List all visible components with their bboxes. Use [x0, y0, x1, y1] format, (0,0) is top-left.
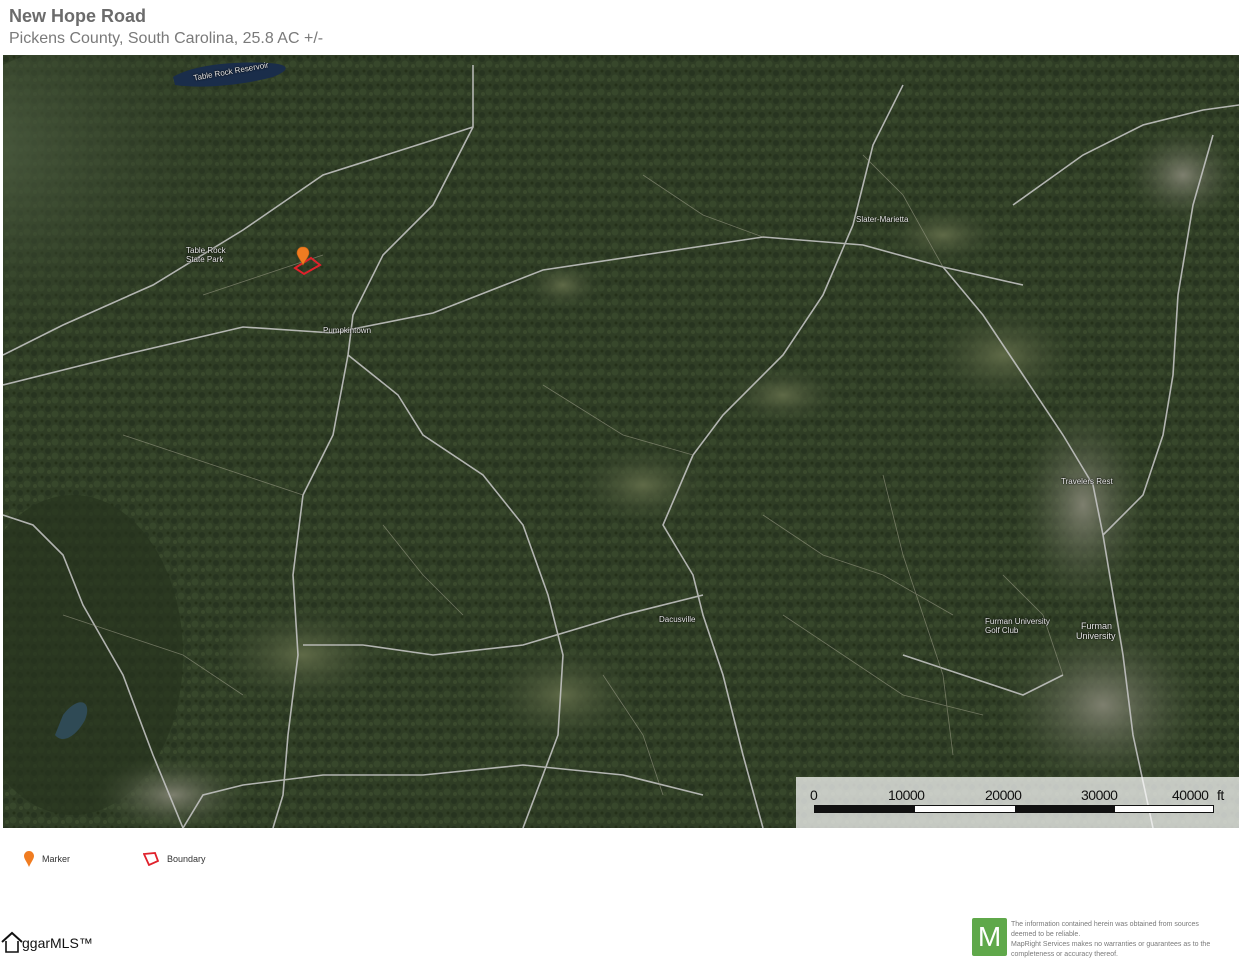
mls-brand-text: ggarMLS™ [22, 935, 93, 951]
scale-seg-3 [1015, 806, 1115, 812]
mls-logo: ggarMLS™ [0, 930, 96, 958]
label-furman-golf: Furman University Golf Club [985, 617, 1050, 635]
label-slater-marietta: Slater-Marietta [856, 215, 909, 224]
scale-unit: ft [1217, 787, 1224, 803]
page-subtitle: Pickens County, South Carolina, 25.8 AC … [9, 30, 324, 47]
label-furman-1: Furman [1081, 621, 1113, 631]
label-table-rock-park-2: State Park [186, 255, 224, 264]
scale-tick-20000: 20000 [985, 787, 1022, 803]
mapright-logo: M [972, 918, 1007, 956]
label-table-rock-park-1: Table Rock [186, 246, 226, 255]
disclaimer-line-3: MapRight Services makes no warranties or… [1011, 941, 1211, 948]
scale-tick-40000: 40000 [1172, 787, 1209, 803]
map-imagery [3, 55, 1239, 828]
scale-bar: 0 10000 20000 30000 40000 ft [796, 777, 1239, 828]
disclaimer: The information contained herein was obt… [1011, 920, 1239, 960]
legend-boundary: Boundary [143, 850, 206, 868]
label-pumpkintown: Pumpkintown [323, 326, 372, 335]
page-title: New Hope Road [9, 6, 147, 26]
label-dacusville: Dacusville [659, 615, 696, 624]
label-travelers-rest: Travelers Rest [1061, 477, 1113, 486]
scale-tick-30000: 30000 [1081, 787, 1118, 803]
legend-boundary-label: Boundary [167, 854, 206, 864]
scale-seg-1 [815, 806, 915, 812]
legend-marker-label: Marker [42, 854, 71, 864]
disclaimer-line-2: deemed to be reliable. [1011, 931, 1081, 938]
label-furman-2: University [1076, 631, 1116, 641]
map-pin-icon [24, 851, 34, 867]
scale-tick-10000: 10000 [888, 787, 925, 803]
scale-tick-0: 0 [810, 787, 818, 803]
polygon-boundary-icon [143, 852, 159, 866]
disclaimer-line-4: completeness or accuracy thereof. [1011, 951, 1118, 958]
mls-house-icon [1, 931, 23, 953]
disclaimer-line-1: The information contained herein was obt… [1011, 921, 1199, 928]
scale-track [814, 805, 1214, 813]
satellite-map[interactable]: Table Rock Reservoir Table Rock State Pa… [3, 55, 1239, 828]
legend-marker: Marker [24, 850, 70, 868]
